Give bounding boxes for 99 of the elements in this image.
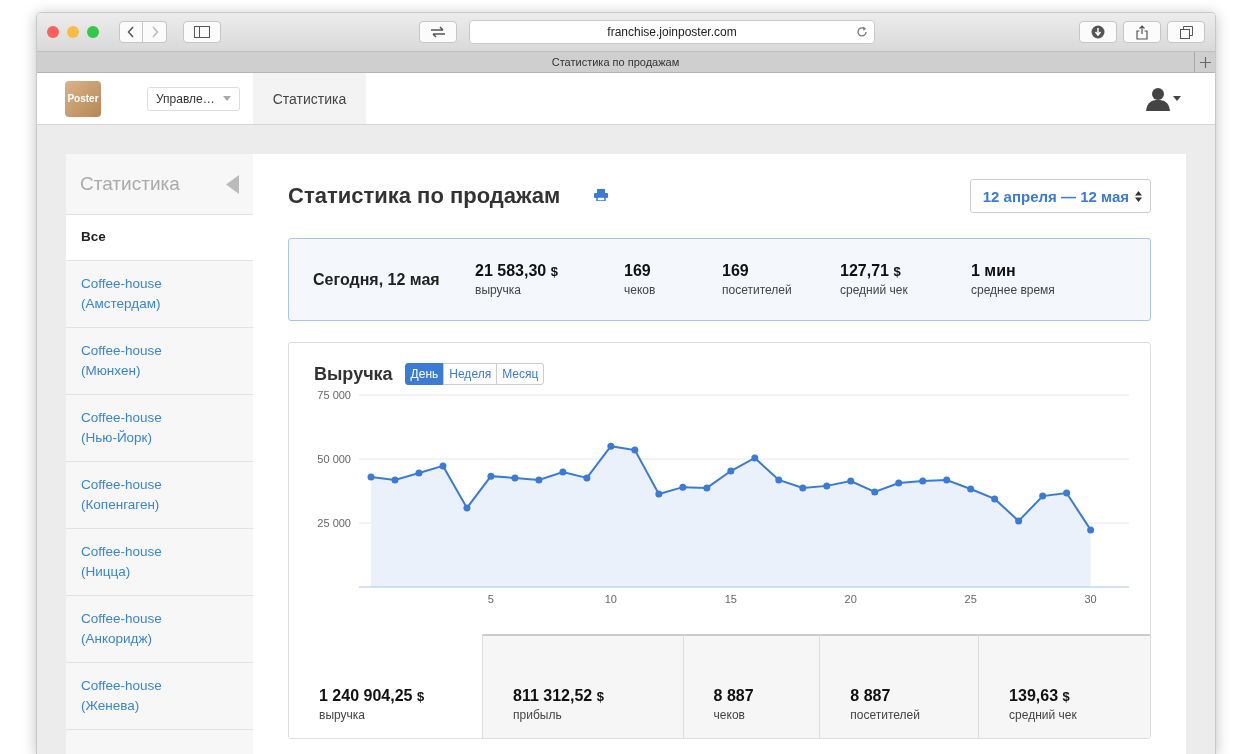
- stat-label: среднее время: [971, 283, 1056, 297]
- data-point: [847, 477, 855, 485]
- data-point: [823, 482, 831, 490]
- sidebar-item[interactable]: Все: [66, 215, 253, 261]
- total-cell[interactable]: 139,63 $ средний чек: [978, 634, 1150, 738]
- sort-icon: [1135, 190, 1142, 202]
- data-point: [679, 483, 687, 491]
- data-point: [967, 485, 975, 493]
- close-button[interactable]: [47, 26, 59, 38]
- data-point: [487, 472, 495, 480]
- venue-dropdown[interactable]: Управле…: [147, 86, 240, 111]
- data-point: [631, 446, 639, 454]
- data-point: [511, 474, 519, 482]
- stat-value: 139,63 $: [1009, 687, 1071, 705]
- data-point: [751, 454, 759, 462]
- data-point: [463, 504, 471, 512]
- axis-label: 25 000: [317, 517, 351, 529]
- address-bar[interactable]: franchise.joinposter.com: [469, 20, 875, 44]
- data-point: [415, 469, 423, 477]
- caret-icon: [222, 96, 231, 101]
- axis-label: 25: [964, 593, 977, 605]
- stat-label: выручка: [319, 708, 366, 722]
- axis-label: 30: [1084, 593, 1097, 605]
- stat-value: 8 887: [850, 687, 892, 705]
- data-point: [799, 484, 807, 492]
- total-cell[interactable]: 8 887 посетителей: [819, 634, 979, 738]
- period-tab[interactable]: День: [404, 363, 445, 385]
- tab-switch-button[interactable]: [419, 21, 457, 43]
- data-point: [559, 468, 567, 476]
- stat-label: выручка: [475, 283, 522, 297]
- period-tab[interactable]: Месяц: [496, 363, 545, 385]
- data-point: [919, 477, 927, 485]
- data-point: [1015, 517, 1023, 525]
- data-point: [895, 479, 903, 487]
- sidebar-icon: [194, 26, 210, 38]
- period-tab[interactable]: Неделя: [443, 363, 498, 385]
- total-cell[interactable]: 8 887 чеков: [682, 634, 820, 738]
- today-date: Сегодня, 12 мая: [313, 269, 441, 290]
- sidebar-title: Статистика: [80, 173, 180, 195]
- stat-label: средний чек: [1009, 708, 1078, 722]
- stat-label: чеков: [713, 708, 746, 722]
- stat-value: 169: [624, 262, 652, 280]
- plus-icon: [1199, 56, 1211, 68]
- stat-label: посетителей: [850, 708, 921, 722]
- stat-value: 811 312,52 $: [513, 687, 605, 705]
- forward-icon: [150, 26, 159, 38]
- data-point: [991, 495, 999, 503]
- stat-value: 1 240 904,25 $: [319, 687, 426, 705]
- date-range-picker[interactable]: 12 апреля — 12 мая: [969, 179, 1151, 213]
- data-point: [535, 476, 543, 484]
- data-point: [367, 473, 375, 481]
- swap-arrows-icon: [430, 26, 446, 38]
- data-point: [1039, 492, 1047, 500]
- print-icon: [594, 189, 609, 201]
- stat-value: 127,71 $: [840, 262, 902, 280]
- app-logo[interactable]: Poster: [65, 80, 101, 117]
- stat-value: 21 583,30 $: [475, 262, 559, 280]
- data-point: [583, 474, 591, 482]
- data-point: [439, 462, 447, 470]
- download-button[interactable]: [1079, 21, 1117, 43]
- stat-label: посетителей: [722, 283, 793, 297]
- stat-label: средний чек: [840, 283, 909, 297]
- back-icon: [127, 26, 135, 38]
- stat-value: 169: [722, 262, 750, 280]
- axis-label: 10: [604, 593, 617, 605]
- reload-icon[interactable]: [856, 26, 868, 38]
- nav-tab[interactable]: Статистика: [252, 73, 367, 124]
- axis-label: 5: [487, 593, 494, 605]
- total-cell[interactable]: 811 312,52 $ прибыль: [482, 634, 683, 738]
- data-point: [607, 442, 615, 450]
- data-point: [655, 490, 663, 498]
- share-icon: [1136, 24, 1148, 40]
- stat-label: чеков: [624, 283, 657, 297]
- back-button[interactable]: [119, 21, 143, 43]
- tabs-icon: [1179, 25, 1193, 39]
- data-point: [391, 476, 399, 484]
- download-icon: [1091, 25, 1105, 39]
- data-point: [775, 476, 783, 484]
- data-point: [1087, 526, 1095, 534]
- axis-label: 15: [724, 593, 737, 605]
- caret-icon: [1173, 96, 1181, 101]
- axis-label: 50 000: [317, 453, 351, 465]
- data-point: [1063, 489, 1071, 497]
- user-icon: [1146, 86, 1170, 111]
- axis-label: 75 000: [317, 389, 351, 401]
- stat-label: прибыль: [513, 708, 563, 722]
- sidebar-button[interactable]: [183, 21, 221, 43]
- collapse-icon: [226, 174, 239, 194]
- page-title: Статистика по продажам: [288, 183, 561, 209]
- tabs-button[interactable]: [1167, 21, 1205, 43]
- stat-value: 1 мин: [971, 262, 1017, 280]
- data-point: [871, 488, 879, 496]
- stat-value: 8 887: [713, 687, 755, 705]
- data-point: [943, 476, 951, 484]
- chart-title: Выручка: [314, 363, 393, 385]
- data-point: [703, 484, 711, 492]
- axis-label: 20: [844, 593, 857, 605]
- share-button[interactable]: [1123, 21, 1161, 43]
- data-point: [727, 467, 735, 475]
